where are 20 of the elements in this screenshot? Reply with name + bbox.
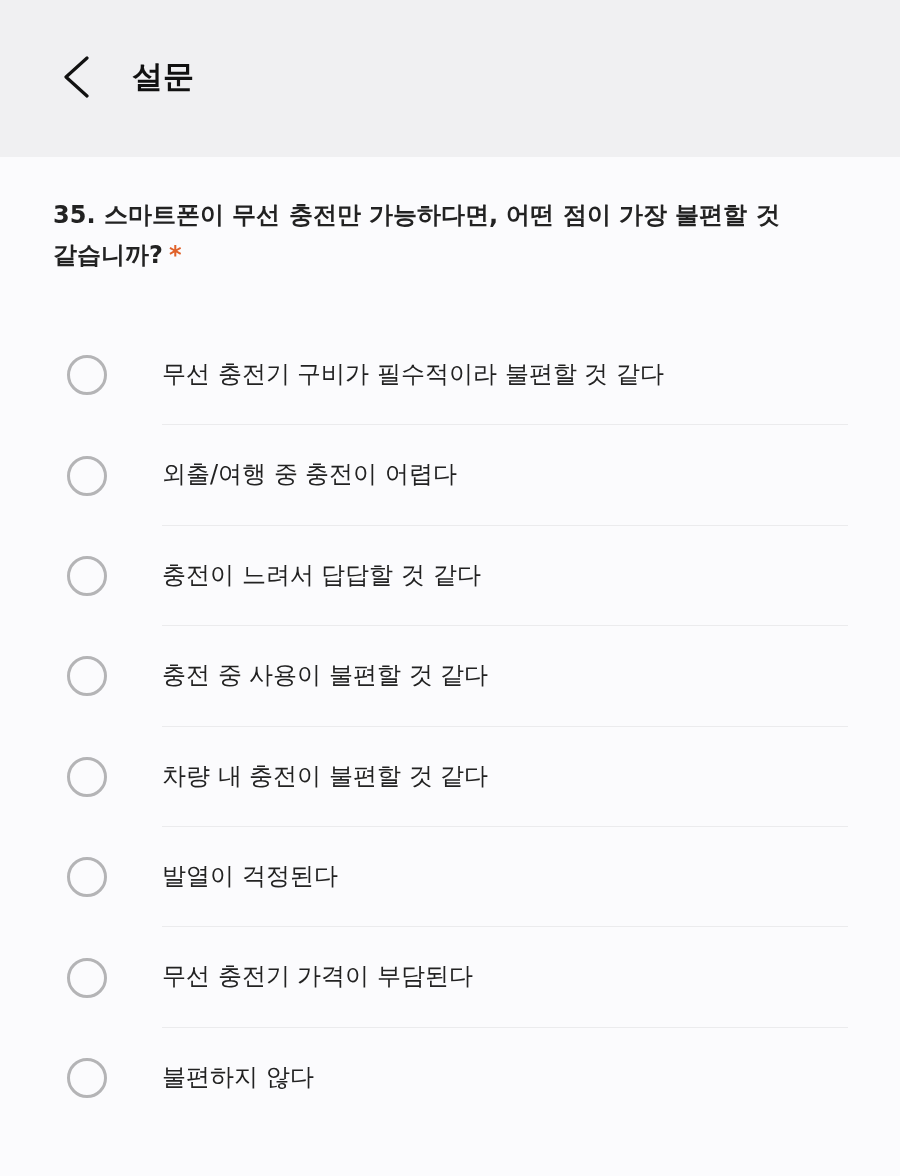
radio-button[interactable] [67, 455, 107, 496]
chevron-left-icon [62, 55, 90, 98]
option-label[interactable]: 불편하지 않다 [162, 1062, 314, 1094]
back-button[interactable] [62, 55, 90, 98]
option-label[interactable]: 무선 충전기 구비가 필수적이라 불편할 것 같다 [162, 359, 664, 391]
option-label[interactable]: 차량 내 충전이 불편할 것 같다 [162, 760, 489, 792]
radio-button[interactable] [67, 656, 107, 697]
question-text: 35. 스마트폰이 무선 충전만 가능하다면, 어떤 점이 가장 불편할 것 같습니까? * [53, 200, 781, 271]
page-title: 설문 [132, 57, 194, 96]
radio-button[interactable] [67, 1057, 107, 1098]
option-label[interactable]: 충전이 느려서 답답할 것 같다 [162, 559, 481, 592]
radio-button[interactable] [67, 555, 107, 596]
radio-button[interactable] [67, 355, 107, 396]
radio-button[interactable] [67, 857, 107, 898]
radio-button[interactable] [67, 756, 107, 797]
option-label[interactable]: 발열이 걱정된다 [162, 861, 338, 893]
option-label[interactable]: 무선 충전기 가격이 부담된다 [162, 961, 473, 993]
option-label[interactable]: 외출/여행 중 충전이 어렵다 [162, 459, 457, 491]
radio-button[interactable] [67, 957, 107, 998]
option-label[interactable]: 충전 중 사용이 불편할 것 같다 [162, 660, 489, 692]
